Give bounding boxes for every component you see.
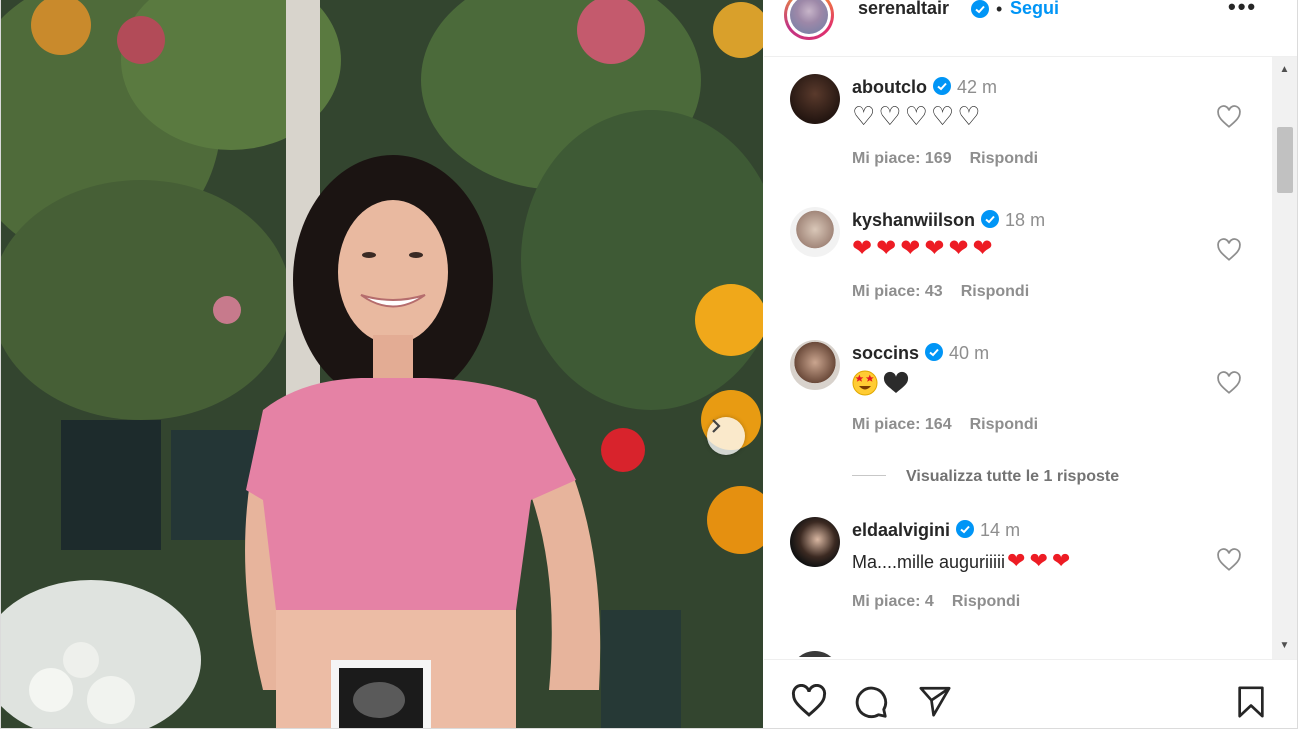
comment-button[interactable] (853, 684, 889, 725)
view-replies-label: Visualizza tutte le 1 risposte (906, 468, 1120, 485)
header-separator: • (996, 0, 1003, 19)
heart-icon (1217, 105, 1241, 128)
comment-time[interactable]: 14 m (980, 520, 1020, 540)
verified-badge-icon (956, 520, 975, 543)
post-actions-bar (764, 659, 1297, 728)
carousel-next-button[interactable] (707, 417, 745, 455)
chevron-right-icon (712, 419, 721, 433)
more-options-button[interactable]: ••• (1228, 0, 1257, 20)
comment-meta: Mi piace: 43 Rispondi (852, 283, 1047, 301)
comment-header: eldaalvigini 14 m (852, 520, 1020, 543)
share-button[interactable] (917, 684, 953, 723)
comment-likes[interactable]: Mi piace: 43 (852, 283, 943, 300)
commenter-username[interactable]: eldaalvigini (852, 520, 950, 540)
comment-like-button[interactable] (1216, 238, 1242, 267)
avatar-image (790, 0, 828, 34)
commenter-username[interactable]: soccins (852, 343, 919, 363)
comment-header: aboutclo 42 m (852, 77, 997, 100)
verified-badge-icon (925, 343, 944, 366)
avatar-border (787, 0, 831, 37)
author-avatar[interactable] (784, 0, 834, 40)
commenter-username[interactable]: kyshanwiilson (852, 210, 975, 230)
comment-meta: Mi piace: 4 Rispondi (852, 593, 1038, 611)
author-username[interactable]: serenaltair (858, 0, 949, 19)
comments-list: aboutclo 42 m ♡♡♡♡♡ Mi piace: 169 Rispondi… (764, 57, 1297, 657)
paper-plane-icon (919, 686, 951, 717)
comment-like-button[interactable] (1216, 371, 1242, 400)
comment-text (852, 370, 916, 401)
post-side-panel: serenaltair • Segui ••• aboutclo 42 m ♡♡♡… (764, 0, 1297, 728)
post-photo[interactable] (1, 0, 763, 728)
comment-header: kyshanwiilson 18 m (852, 210, 1045, 233)
follow-button[interactable]: Segui (1010, 0, 1059, 19)
heart-icon (1217, 548, 1241, 571)
heart-icon (1217, 371, 1241, 394)
comment-text: ♡♡♡♡♡ (852, 101, 984, 131)
comment-icon (855, 686, 888, 719)
verified-badge-icon (971, 0, 989, 23)
comment-text-body: Ma....mille auguriiiii (852, 552, 1006, 572)
commenter-avatar[interactable] (790, 517, 840, 567)
comment-time[interactable]: 42 m (957, 77, 997, 97)
comment-emoji-row (852, 370, 909, 396)
comment-meta: Mi piace: 169 Rispondi (852, 150, 1056, 168)
heart-icon (791, 683, 827, 717)
comment-time[interactable]: 40 m (949, 343, 989, 363)
black-heart-icon (883, 371, 909, 393)
comment-like-button[interactable] (1216, 105, 1242, 134)
comment-likes[interactable]: Mi piace: 164 (852, 416, 952, 433)
verified-badge-icon (981, 210, 1000, 233)
commenter-avatar[interactable] (790, 207, 840, 257)
heart-icon (1217, 238, 1241, 261)
comment-like-button[interactable] (1216, 548, 1242, 577)
photo-illustration (1, 0, 763, 728)
comment-header: soccins 40 m (852, 343, 989, 366)
scroll-down-arrow-icon[interactable]: ▼ (1272, 635, 1297, 655)
reply-button[interactable]: Rispondi (970, 416, 1038, 433)
comment-meta: Mi piace: 164 Rispondi (852, 416, 1056, 434)
divider (852, 475, 886, 476)
post-header: serenaltair • Segui ••• (764, 0, 1297, 57)
commenter-username[interactable]: aboutclo (852, 77, 927, 97)
scroll-up-arrow-icon[interactable]: ▲ (1272, 59, 1297, 79)
like-button[interactable] (790, 683, 828, 723)
comments-scrollbar[interactable]: ▲ ▼ (1272, 57, 1297, 659)
comment-likes[interactable]: Mi piace: 4 (852, 593, 934, 610)
commenter-avatar[interactable] (790, 340, 840, 390)
reply-button[interactable]: Rispondi (970, 150, 1038, 167)
commenter-avatar[interactable] (790, 651, 840, 657)
bookmark-icon (1238, 686, 1264, 718)
commenter-avatar[interactable] (790, 74, 840, 124)
instagram-post-modal: serenaltair • Segui ••• aboutclo 42 m ♡♡♡… (0, 0, 1298, 729)
star-struck-emoji-icon (852, 370, 878, 396)
comment-text: Ma....mille auguriiiii❤❤❤ (852, 548, 1074, 574)
save-button[interactable] (1234, 684, 1268, 725)
red-hearts-emoji: ❤❤❤ (1007, 548, 1075, 573)
comment-likes[interactable]: Mi piace: 169 (852, 150, 952, 167)
scroll-thumb[interactable] (1277, 127, 1293, 193)
view-replies-button[interactable]: Visualizza tutte le 1 risposte (852, 468, 1119, 486)
reply-button[interactable]: Rispondi (952, 593, 1020, 610)
comment-text: ❤❤❤❤❤❤ (852, 235, 997, 262)
comment-time[interactable]: 18 m (1005, 210, 1045, 230)
verified-badge-icon (933, 77, 951, 100)
reply-button[interactable]: Rispondi (961, 283, 1029, 300)
